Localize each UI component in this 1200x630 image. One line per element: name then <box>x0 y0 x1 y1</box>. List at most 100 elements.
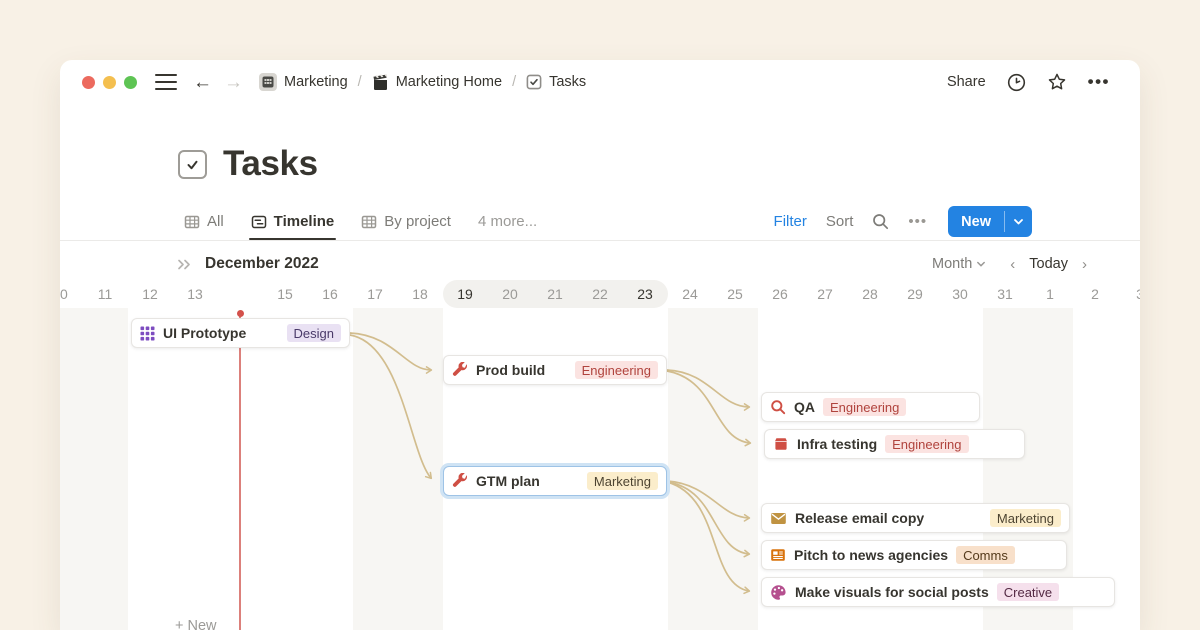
titlebar: ← → Marketing / Marketing Home / <box>60 60 1140 104</box>
zoom-level-dropdown[interactable]: Month <box>932 256 986 272</box>
task-tag: Comms <box>956 546 1015 564</box>
task-bar-release-email-copy[interactable]: Release email copyMarketing <box>761 503 1070 533</box>
tab-4-more-[interactable]: 4 more... <box>478 203 537 240</box>
date-cell: 25 <box>713 280 758 308</box>
updates-clock-icon[interactable] <box>1007 73 1026 92</box>
breadcrumb-label: Marketing <box>284 74 348 90</box>
minimize-window-button[interactable] <box>103 76 116 89</box>
task-bar-ui-prototype[interactable]: UI Prototype Design <box>131 318 350 348</box>
new-button-label: New <box>948 206 1004 237</box>
task-name: Release email copy <box>795 510 924 526</box>
timeline-header: December 2022 Month ‹ Today › <box>60 248 1140 280</box>
breadcrumb: Marketing / Marketing Home / Tasks <box>255 71 590 93</box>
tab-label: All <box>207 213 224 230</box>
chevron-down-icon <box>976 259 986 269</box>
view-tabs: All Timeline By project 4 more... <box>184 203 564 240</box>
page-title[interactable]: Tasks <box>223 144 318 184</box>
search-icon <box>770 399 786 415</box>
forward-arrow-icon[interactable]: → <box>224 73 243 92</box>
date-cell: 20 <box>488 280 533 308</box>
window-controls <box>82 76 137 89</box>
mail-icon <box>770 510 787 527</box>
date-cell: 17 <box>353 280 398 308</box>
close-window-button[interactable] <box>82 76 95 89</box>
date-cell: 26 <box>758 280 803 308</box>
back-arrow-icon[interactable]: ← <box>193 73 212 92</box>
task-bar-prod-build[interactable]: Prod buildEngineering <box>443 355 667 385</box>
month-title[interactable]: December 2022 <box>205 255 319 273</box>
date-cell: 1 <box>1028 280 1073 308</box>
task-bar-pitch-to-news-agencies[interactable]: Pitch to news agencies Comms <box>761 540 1067 570</box>
clapperboard-icon <box>372 74 389 91</box>
chevron-down-icon[interactable] <box>1005 206 1032 237</box>
tab-all[interactable]: All <box>184 203 224 240</box>
view-toolbar: Filter Sort ••• New <box>774 206 1032 237</box>
task-name: UI Prototype <box>163 325 246 341</box>
filter-button[interactable]: Filter <box>774 213 807 230</box>
date-cell: 10 <box>60 280 83 308</box>
date-cell: 15 <box>263 280 308 308</box>
breadcrumb-item-tasks[interactable]: Tasks <box>522 72 590 92</box>
zoom-window-button[interactable] <box>124 76 137 89</box>
task-tag: Creative <box>997 583 1059 601</box>
favorite-star-icon[interactable] <box>1047 72 1067 92</box>
tab-label: 4 more... <box>478 213 537 230</box>
palette-icon <box>770 584 787 601</box>
double-chevron-icon[interactable] <box>177 258 193 271</box>
date-cell: 23 <box>623 280 668 308</box>
date-cell: 2 <box>1073 280 1118 308</box>
breadcrumb-separator: / <box>358 74 362 90</box>
task-name: Make visuals for social posts <box>795 584 989 600</box>
search-icon[interactable] <box>872 213 889 230</box>
date-cell: 13 <box>173 280 218 308</box>
task-bar-infra-testing[interactable]: Infra testingEngineering <box>764 429 1025 459</box>
share-button[interactable]: Share <box>947 74 986 90</box>
view-more-icon[interactable]: ••• <box>908 213 927 230</box>
tab-label: By project <box>384 213 451 230</box>
date-cell: 31 <box>983 280 1028 308</box>
sort-button[interactable]: Sort <box>826 213 854 230</box>
breadcrumb-label: Marketing Home <box>396 74 502 90</box>
task-name: Pitch to news agencies <box>794 547 948 563</box>
breadcrumb-label: Tasks <box>549 74 586 90</box>
notion-window: ← → Marketing / Marketing Home / <box>60 60 1140 630</box>
next-period-icon[interactable]: › <box>1077 256 1092 273</box>
tab-by-project[interactable]: By project <box>361 203 451 240</box>
date-cell: 11 <box>83 280 128 308</box>
today-button[interactable]: Today <box>1029 256 1068 272</box>
date-row: 1011121314151617181920212223242526272829… <box>60 280 1140 308</box>
table-icon <box>361 214 377 230</box>
date-cell: 30 <box>938 280 983 308</box>
task-bar-make-visuals-for-social-posts[interactable]: Make visuals for social posts Creative <box>761 577 1115 607</box>
tab-label: Timeline <box>274 213 335 230</box>
grid-icon <box>140 326 155 341</box>
prev-period-icon[interactable]: ‹ <box>1005 256 1020 273</box>
breadcrumb-item-marketing-home[interactable]: Marketing Home <box>368 72 506 93</box>
more-options-icon[interactable]: ••• <box>1088 72 1110 92</box>
timeline-icon <box>251 214 267 230</box>
task-tag: Engineering <box>823 398 906 416</box>
new-button[interactable]: New <box>948 206 1032 237</box>
table-icon <box>184 214 200 230</box>
checkbox-icon <box>526 74 542 90</box>
date-cell: 29 <box>893 280 938 308</box>
task-bar-qa[interactable]: QA Engineering <box>761 392 980 422</box>
date-cell: 28 <box>848 280 893 308</box>
zoom-level-label: Month <box>932 256 972 272</box>
add-new-row-button[interactable]: + New <box>175 618 217 630</box>
timeline-controls: Month ‹ Today › <box>932 256 1092 273</box>
titlebar-actions: Share ••• <box>947 72 1110 92</box>
wrench-icon <box>452 473 468 489</box>
date-cell: 14 <box>218 280 263 308</box>
task-name: QA <box>794 399 815 415</box>
date-cell: 12 <box>128 280 173 308</box>
tab-timeline[interactable]: Timeline <box>251 203 335 240</box>
date-cell: 3 <box>1118 280 1141 308</box>
wrench-icon <box>452 362 468 378</box>
task-tag: Design <box>287 324 341 342</box>
box-icon <box>773 436 789 452</box>
breadcrumb-item-marketing[interactable]: Marketing <box>255 71 352 93</box>
date-cell: 19 <box>443 280 488 308</box>
sidebar-toggle-icon[interactable] <box>155 74 177 90</box>
task-bar-gtm-plan[interactable]: GTM planMarketing <box>443 466 667 496</box>
